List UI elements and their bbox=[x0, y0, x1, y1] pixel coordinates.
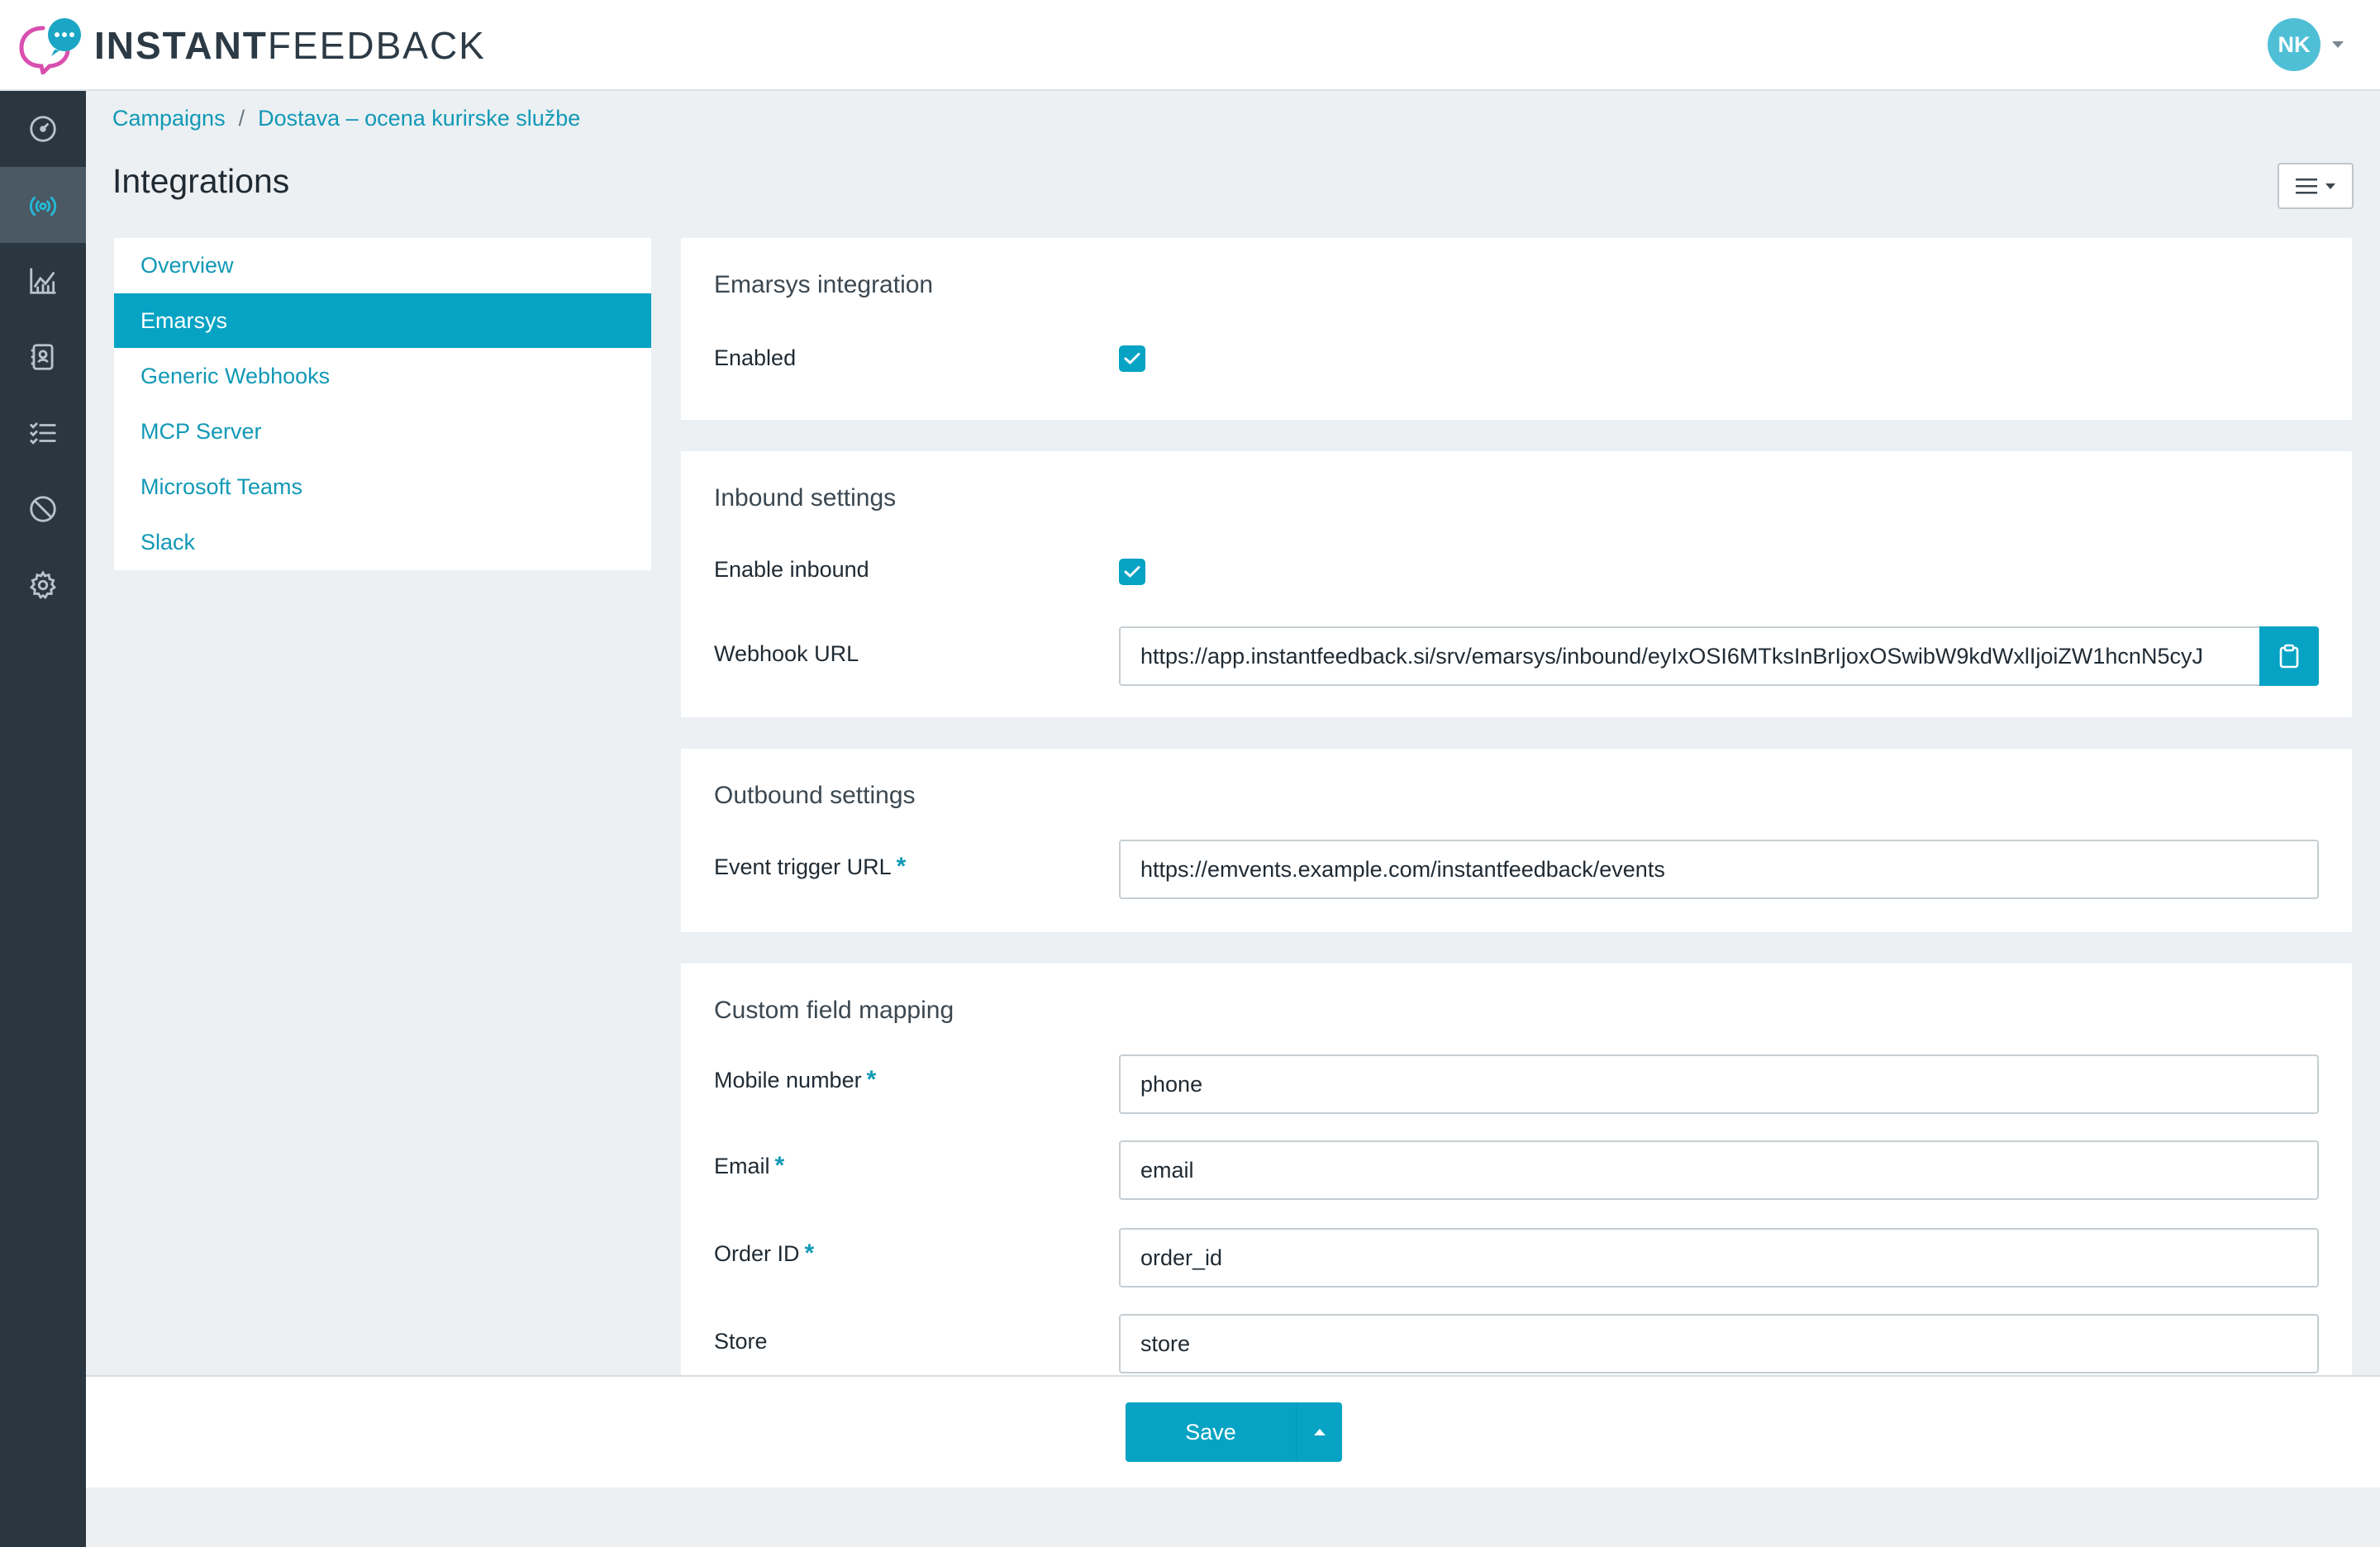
emarsys-integration-card: Emarsys integration Enabled bbox=[681, 238, 2352, 420]
checklist-icon bbox=[30, 422, 56, 445]
store-field[interactable]: store bbox=[1119, 1314, 2319, 1373]
broadcast-icon bbox=[29, 196, 57, 217]
required-asterisk: * bbox=[774, 1152, 785, 1179]
copy-webhook-button[interactable] bbox=[2259, 626, 2319, 686]
order-id-field[interactable]: order_id bbox=[1119, 1228, 2319, 1288]
custom-field-mapping-card: Custom field mapping Mobile number * phon… bbox=[681, 964, 2352, 1375]
store-label: Store bbox=[714, 1329, 768, 1354]
checkmark-icon bbox=[1124, 353, 1140, 364]
card-title: Inbound settings bbox=[714, 484, 897, 512]
nav-item-slack[interactable]: Slack bbox=[114, 515, 651, 569]
breadcrumb-campaign-link[interactable]: Dostava – ocena kurirske službe bbox=[258, 106, 580, 131]
save-button[interactable]: Save bbox=[1126, 1402, 1296, 1462]
enable-inbound-label: Enable inbound bbox=[714, 557, 869, 582]
email-field[interactable]: email bbox=[1119, 1140, 2319, 1200]
mobile-number-label: Mobile number * bbox=[714, 1066, 877, 1093]
sidebar-item-analytics[interactable] bbox=[0, 243, 86, 319]
breadcrumb-separator: / bbox=[238, 106, 245, 131]
mobile-number-field[interactable]: phone bbox=[1119, 1054, 2319, 1114]
breadcrumb-campaigns-link[interactable]: Campaigns bbox=[112, 106, 226, 131]
app-logo[interactable]: INSTANTFEEDBACK bbox=[18, 17, 486, 77]
required-asterisk: * bbox=[896, 853, 907, 880]
card-title: Custom field mapping bbox=[714, 997, 954, 1024]
sidebar-item-campaigns[interactable] bbox=[0, 167, 86, 243]
sidebar-item-dashboard[interactable] bbox=[0, 91, 86, 167]
sidebar-item-blocked[interactable] bbox=[0, 471, 86, 547]
user-avatar[interactable]: NK bbox=[2268, 18, 2320, 71]
card-title: Emarsys integration bbox=[714, 271, 934, 298]
outbound-settings-card: Outbound settings Event trigger URL * htt… bbox=[681, 749, 2352, 932]
webhook-url-field[interactable]: https://app.instantfeedback.si/srv/emars… bbox=[1119, 626, 2261, 686]
page-title: Integrations bbox=[112, 162, 290, 200]
webhook-url-label: Webhook URL bbox=[714, 641, 859, 666]
gear-icon bbox=[29, 570, 57, 600]
inbound-settings-card: Inbound settings Enable inbound Webhook … bbox=[681, 451, 2352, 717]
logo-chat-icon bbox=[18, 17, 84, 77]
enable-inbound-checkbox[interactable] bbox=[1119, 559, 1145, 585]
nav-item-microsoft-teams[interactable]: Microsoft Teams bbox=[114, 459, 651, 514]
chevron-down-icon[interactable] bbox=[2332, 41, 2344, 48]
save-options-toggle[interactable] bbox=[1296, 1402, 1342, 1462]
nav-item-emarsys[interactable]: Emarsys bbox=[114, 293, 651, 348]
email-label: Email * bbox=[714, 1152, 785, 1179]
enabled-label: Enabled bbox=[714, 345, 797, 370]
nav-item-mcp-server[interactable]: MCP Server bbox=[114, 404, 651, 459]
required-asterisk: * bbox=[804, 1240, 815, 1267]
enabled-checkbox[interactable] bbox=[1119, 345, 1145, 372]
block-icon bbox=[30, 496, 56, 522]
hamburger-icon bbox=[2296, 178, 2317, 194]
chevron-down-icon bbox=[2325, 183, 2335, 189]
nav-item-generic-webhooks[interactable]: Generic Webhooks bbox=[114, 349, 651, 403]
contacts-icon bbox=[31, 344, 54, 370]
dashboard-icon bbox=[30, 116, 56, 142]
top-bar: INSTANTFEEDBACK NK bbox=[0, 0, 2380, 91]
sidebar-item-tasks[interactable] bbox=[0, 395, 86, 471]
order-id-label: Order ID * bbox=[714, 1240, 815, 1267]
breadcrumb: Campaigns / Dostava – ocena kurirske slu… bbox=[112, 106, 580, 131]
integrations-nav: Overview Emarsys Generic Webhooks MCP Se… bbox=[114, 238, 651, 570]
sidebar-item-contacts[interactable] bbox=[0, 319, 86, 395]
event-trigger-url-field[interactable]: https://emvents.example.com/instantfeedb… bbox=[1119, 840, 2319, 899]
clipboard-icon bbox=[2279, 644, 2299, 669]
event-trigger-url-label: Event trigger URL * bbox=[714, 853, 907, 880]
card-title: Outbound settings bbox=[714, 782, 916, 809]
save-button-group: Save bbox=[1126, 1402, 1342, 1462]
checkmark-icon bbox=[1124, 566, 1140, 578]
chevron-up-icon bbox=[1313, 1429, 1326, 1435]
sidebar-item-settings[interactable] bbox=[0, 547, 86, 623]
nav-item-overview[interactable]: Overview bbox=[114, 238, 651, 293]
required-asterisk: * bbox=[866, 1066, 877, 1093]
page-menu-button[interactable] bbox=[2278, 163, 2354, 209]
analytics-icon bbox=[30, 268, 56, 294]
brand-name: INSTANTFEEDBACK bbox=[94, 24, 486, 67]
sidebar bbox=[0, 91, 86, 1547]
